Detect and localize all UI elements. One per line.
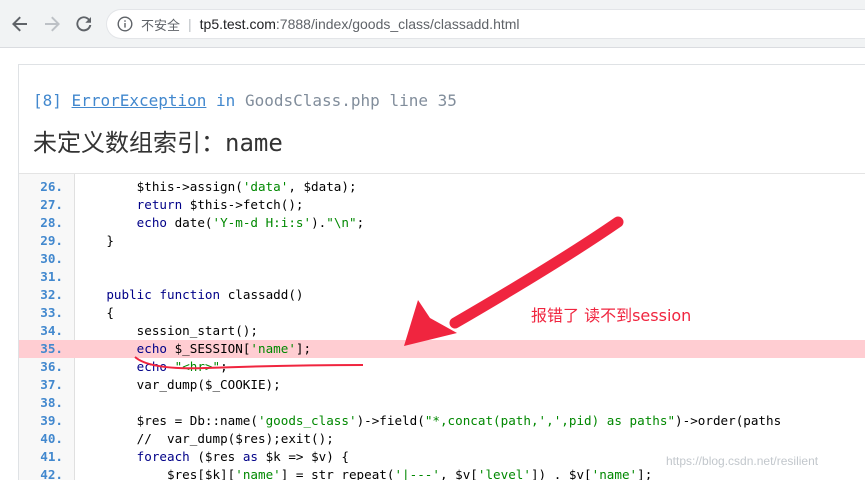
url-host: tp5.test.com: [199, 16, 276, 32]
line-number: 41.: [40, 449, 63, 464]
code-line: 37. var_dump($_COOKIE);: [19, 376, 865, 394]
forward-button[interactable]: [39, 11, 65, 37]
error-file: GoodsClass.php: [244, 91, 380, 110]
code-line: 27. return $this->fetch();: [19, 196, 865, 214]
code-text: session_start();: [76, 323, 258, 338]
line-number: 37.: [40, 377, 63, 392]
code-line-highlighted: 35. echo $_SESSION['name'];: [19, 340, 865, 358]
omnibox-separator: |: [188, 16, 192, 32]
code-line: 28. echo date('Y-m-d H:i:s')."\n";: [19, 214, 865, 232]
code-text: {: [76, 305, 114, 320]
code-line: 34. session_start();: [19, 322, 865, 340]
code-line: 30.: [19, 250, 865, 268]
line-number: 30.: [40, 251, 63, 266]
error-in-text: in: [216, 91, 236, 110]
exception-link[interactable]: ErrorException: [72, 91, 207, 110]
code-line: 26. $this->assign('data', $data);: [19, 178, 865, 196]
forward-arrow-icon: [45, 16, 60, 32]
line-number: 33.: [40, 305, 63, 320]
code-text: echo "<hr>";: [136, 359, 228, 374]
info-icon[interactable]: [117, 16, 133, 32]
line-number: 32.: [40, 287, 63, 302]
code-text: $res[$k]['name'] = str_repeat('|---', $v…: [76, 467, 653, 480]
code-line: 38.: [19, 394, 865, 412]
watermark: https://blog.csdn.net/resilient: [666, 454, 819, 468]
line-number: 38.: [40, 395, 63, 410]
code-text: var_dump($_COOKIE);: [76, 377, 281, 392]
code-text: return $this->fetch();: [136, 197, 304, 212]
error-title: 未定义数组索引：name: [33, 123, 283, 158]
back-arrow-icon: [12, 16, 27, 32]
line-number: 40.: [40, 431, 63, 446]
line-number: 42.: [40, 467, 63, 480]
browser-toolbar: 不安全 | tp5.test.com:7888/index/goods_clas…: [0, 0, 865, 48]
code-text: echo date('Y-m-d H:i:s')."\n";: [136, 215, 365, 230]
line-number: 35.: [40, 341, 63, 356]
error-title-name: name: [225, 129, 283, 157]
error-title-cn: 未定义数组索引：: [33, 129, 225, 157]
error-line: line 35: [389, 91, 457, 110]
code-text: }: [76, 233, 114, 248]
code-text: public function classadd(): [106, 287, 304, 302]
reload-icon: [76, 16, 92, 32]
source-code-block: 26. $this->assign('data', $data); 27. ret…: [19, 173, 865, 480]
code-text: echo $_SESSION['name'];: [136, 341, 312, 356]
line-number: 29.: [40, 233, 63, 248]
code-line: 32. public function classadd(): [19, 286, 865, 304]
error-code: [8]: [33, 91, 62, 110]
code-line: 29. }: [19, 232, 865, 250]
code-line: 36. echo "<hr>";: [19, 358, 865, 376]
insecure-label[interactable]: 不安全: [141, 15, 180, 34]
annotation-note: 报错了 读不到session: [531, 306, 692, 325]
line-number: 34.: [40, 323, 63, 338]
code-line: 33. {: [19, 304, 865, 322]
line-number: 31.: [40, 269, 63, 284]
code-text: $this->assign('data', $data);: [76, 179, 357, 194]
code-line: 40. // var_dump($res);exit();: [19, 430, 865, 448]
code-line: 42. $res[$k]['name'] = str_repeat('|---'…: [19, 466, 865, 480]
error-card: [8] ErrorException in GoodsClass.php lin…: [18, 64, 865, 480]
address-bar[interactable]: 不安全 | tp5.test.com:7888/index/goods_clas…: [106, 9, 865, 39]
code-text: $res = Db::name('goods_class')->field("*…: [76, 413, 782, 428]
back-button[interactable]: [7, 11, 33, 37]
line-number: 36.: [40, 359, 63, 374]
code-line: 31.: [19, 268, 865, 286]
line-number: 26.: [40, 179, 63, 194]
code-text: foreach ($res as $k => $v) {: [136, 449, 349, 464]
error-heading: [8] ErrorException in GoodsClass.php lin…: [33, 91, 457, 110]
code-line: 39. $res = Db::name('goods_class')->fiel…: [19, 412, 865, 430]
line-number: 28.: [40, 215, 63, 230]
line-number: 39.: [40, 413, 63, 428]
reload-button[interactable]: [71, 11, 97, 37]
code-text: // var_dump($res);exit();: [136, 431, 334, 446]
line-number: 27.: [40, 197, 63, 212]
url-path: :7888/index/goods_class/classadd.html: [275, 16, 520, 32]
